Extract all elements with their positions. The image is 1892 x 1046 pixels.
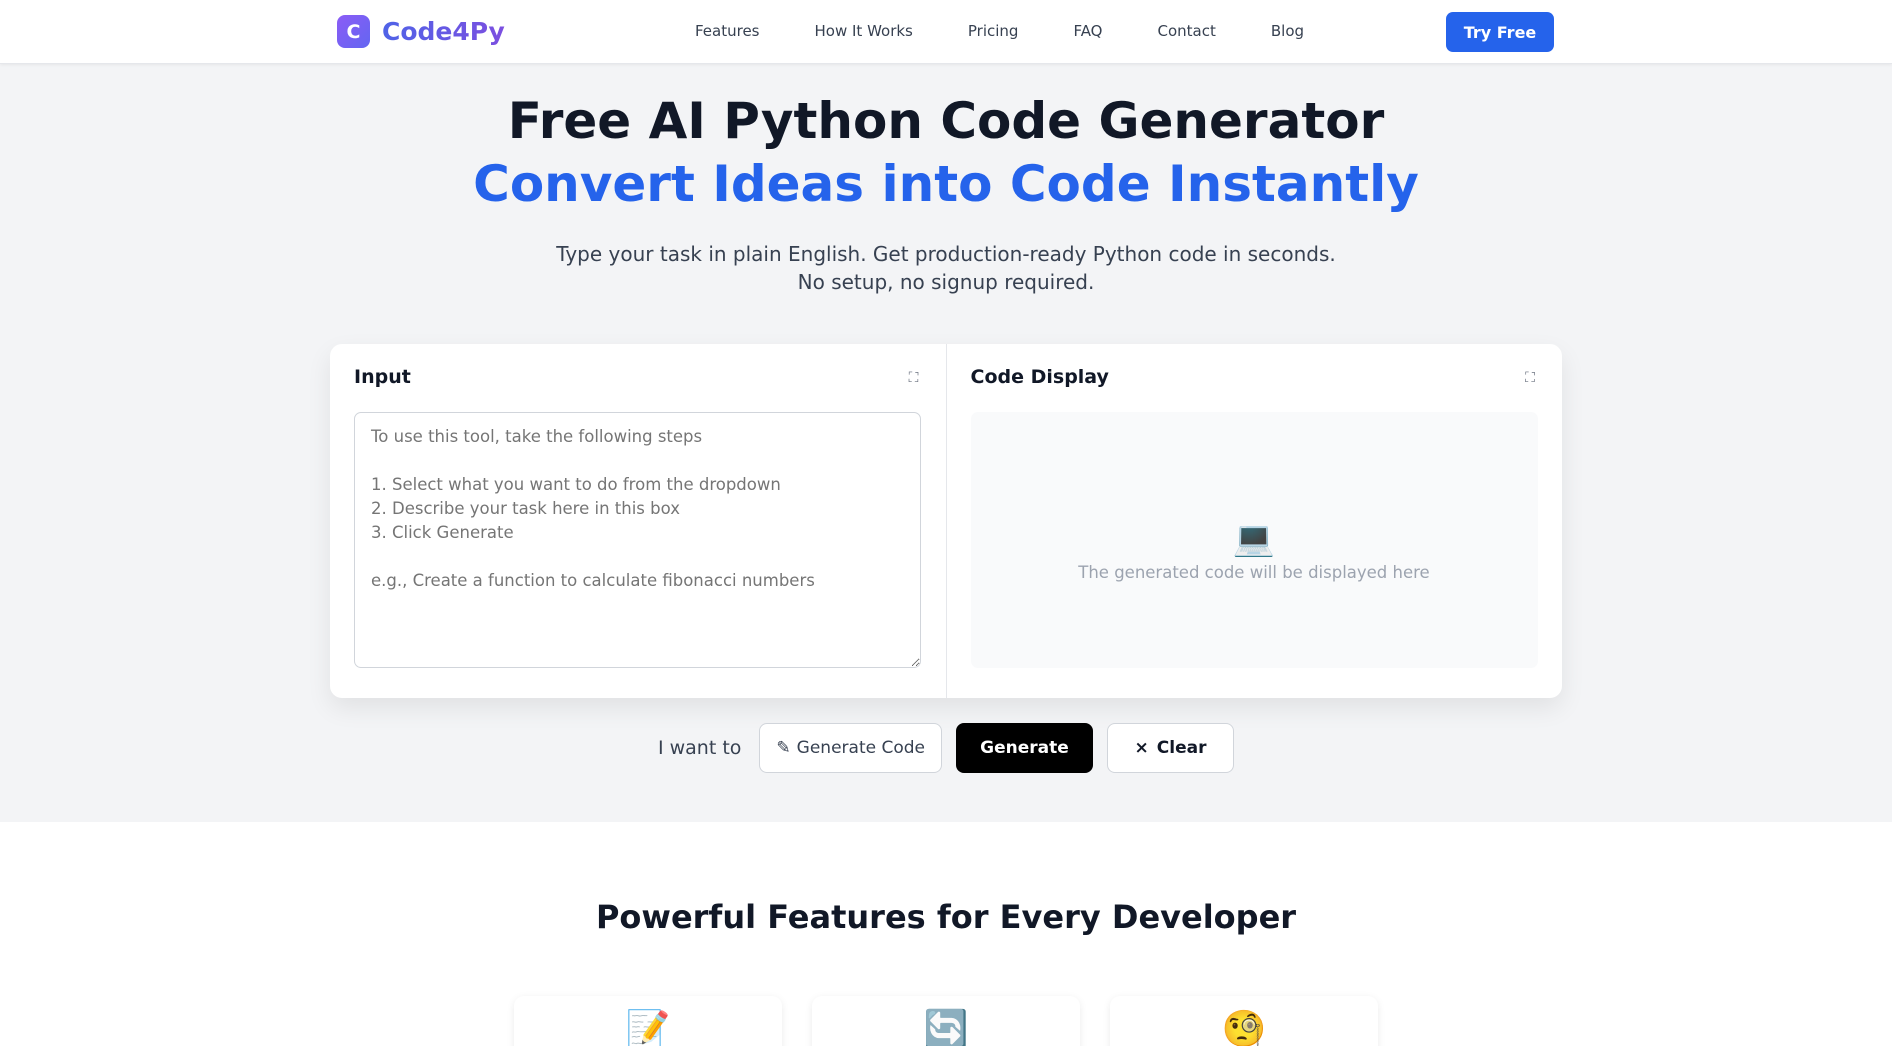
code-display: 💻 The generated code will be displayed h… — [970, 412, 1538, 668]
nav-faq[interactable]: FAQ — [1073, 22, 1102, 40]
feature-card: 🧐 — [1110, 996, 1378, 1046]
hero-subtitle: Convert Ideas into Code Instantly — [473, 155, 1419, 213]
clear-label: Clear — [1156, 738, 1207, 758]
mode-select-button[interactable]: ✎ Generate Code — [759, 723, 942, 773]
refresh-icon: 🔄 — [923, 1009, 969, 1046]
input-title: Input — [354, 366, 411, 388]
main-nav: Features How It Works Pricing FAQ Contac… — [695, 22, 1304, 40]
mode-label: Generate Code — [796, 738, 925, 758]
logo[interactable]: C Code4Py — [337, 15, 505, 48]
output-title: Code Display — [970, 366, 1109, 388]
close-icon: × — [1134, 738, 1149, 758]
output-pane: Code Display ⛶ 💻 The generated code will… — [945, 344, 1563, 698]
nav-features[interactable]: Features — [695, 22, 760, 40]
hero-description-line-1: Type your task in plain English. Get pro… — [556, 242, 1336, 266]
logo-badge: C — [337, 15, 370, 48]
pencil-icon: ✎ — [776, 738, 791, 758]
hero-description-line-2: No setup, no signup required. — [797, 270, 1095, 294]
generate-button[interactable]: Generate — [956, 723, 1093, 773]
controls-bar: I want to ✎ Generate Code Generate × Cle… — [0, 723, 1892, 773]
input-pane: Input ⛶ — [330, 344, 946, 698]
expand-input-icon[interactable]: ⛶ — [906, 370, 922, 386]
clear-button[interactable]: × Clear — [1107, 723, 1234, 773]
nav-blog[interactable]: Blog — [1271, 22, 1304, 40]
memo-icon: 📝 — [625, 1009, 671, 1046]
i-want-label: I want to — [657, 737, 742, 759]
feature-card: 📝 — [514, 996, 782, 1046]
generator-panel: Input ⛶ Code Display ⛶ 💻 The generated c… — [330, 344, 1562, 698]
nav-how-it-works[interactable]: How It Works — [815, 22, 913, 40]
monocle-face-icon: 🧐 — [1221, 1009, 1267, 1046]
nav-contact[interactable]: Contact — [1158, 22, 1216, 40]
logo-text: Code4Py — [382, 17, 505, 46]
site-header: C Code4Py Features How It Works Pricing … — [0, 0, 1892, 64]
try-free-button[interactable]: Try Free — [1446, 12, 1554, 52]
nav-pricing[interactable]: Pricing — [968, 22, 1019, 40]
laptop-icon: 💻 — [1232, 518, 1276, 559]
expand-output-icon[interactable]: ⛶ — [1522, 370, 1538, 386]
task-input[interactable] — [354, 412, 921, 668]
hero-title: Free AI Python Code Generator — [507, 92, 1385, 150]
features-section: Powerful Features for Every Developer 📝 … — [0, 822, 1892, 1046]
code-placeholder: The generated code will be displayed her… — [1078, 562, 1430, 582]
feature-card: 🔄 — [812, 996, 1080, 1046]
hero-description: Type your task in plain English. Get pro… — [0, 240, 1892, 296]
features-title: Powerful Features for Every Developer — [595, 898, 1297, 936]
